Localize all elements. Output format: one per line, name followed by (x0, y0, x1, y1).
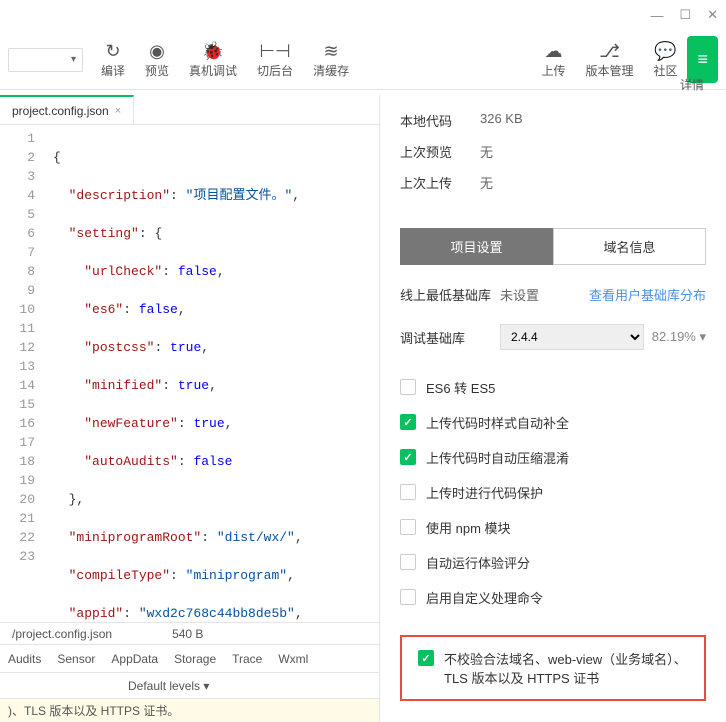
chat-icon: 💬 (654, 40, 676, 62)
checkbox-icon[interactable] (400, 554, 416, 570)
details-panel: 本地代码326 KB 上次预览无 上次上传无 项目设置 域名信息 线上最低基础库… (380, 95, 726, 722)
stack-icon: ≋ (324, 40, 339, 62)
log-levels-dropdown[interactable]: Default levels ▾ (128, 679, 209, 693)
tab-wxml[interactable]: Wxml (278, 652, 308, 666)
checkbox-icon[interactable] (400, 519, 416, 535)
bug-icon: 🐞 (202, 40, 224, 62)
checkbox-checked-icon[interactable] (400, 449, 416, 465)
info-last-preview: 上次预览无 (400, 136, 706, 167)
details-label: 详情 (680, 76, 704, 93)
check-auto-audit[interactable]: 自动运行体验评分 (400, 545, 706, 580)
file-path: /project.config.json (12, 627, 112, 641)
devtools-tabs: Audits Sensor AppData Storage Trace Wxml (0, 644, 379, 672)
check-npm[interactable]: 使用 npm 模块 (400, 510, 706, 545)
clear-cache-button[interactable]: ≋清缓存 (303, 36, 359, 83)
tab-trace[interactable]: Trace (232, 652, 262, 666)
info-local-code: 本地代码326 KB (400, 105, 706, 136)
check-es6[interactable]: ES6 转 ES5 (400, 370, 706, 405)
tab-audits[interactable]: Audits (8, 652, 41, 666)
cloud-upload-icon: ☁ (544, 40, 562, 62)
mode-dropdown[interactable] (8, 48, 83, 72)
debug-base-lib-row: 调试基础库 2.4.4 82.19% ▾ (380, 314, 726, 360)
console-warning: )、TLS 版本以及 HTTPS 证书。 (0, 698, 379, 722)
close-button[interactable]: ✕ (707, 7, 718, 23)
switch-icon: ⊢⊣ (259, 40, 290, 62)
upload-button[interactable]: ☁上传 (531, 36, 575, 83)
checkbox-icon[interactable] (400, 379, 416, 395)
compile-button[interactable]: ↻编译 (91, 36, 135, 83)
checkbox-checked-icon[interactable] (400, 414, 416, 430)
check-style-autofill[interactable]: 上传代码时样式自动补全 (400, 405, 706, 440)
check-custom-cmd[interactable]: 启用自定义处理命令 (400, 580, 706, 615)
line-numbers: 1234567891011121314151617181920212223 (0, 125, 45, 622)
checkbox-checked-icon[interactable] (418, 650, 434, 666)
maximize-button[interactable]: ☐ (679, 7, 691, 23)
view-distribution-link[interactable]: 查看用户基础库分布 (589, 285, 706, 304)
check-code-protect[interactable]: 上传时进行代码保护 (400, 475, 706, 510)
console-filter: Default levels ▾ (0, 672, 379, 698)
segment-tabs: 项目设置 域名信息 (380, 218, 726, 275)
checkbox-icon[interactable] (400, 589, 416, 605)
check-auto-compress[interactable]: 上传代码时自动压缩混淆 (400, 440, 706, 475)
tab-sensor[interactable]: Sensor (57, 652, 95, 666)
titlebar: — ☐ ✕ (0, 0, 726, 30)
tab-close-icon[interactable]: × (115, 105, 121, 117)
file-size: 540 B (172, 627, 203, 641)
debug-lib-pct: 82.19% ▾ (652, 329, 706, 345)
tab-domain-info[interactable]: 域名信息 (553, 228, 706, 265)
menu-icon: ≡ (697, 49, 708, 71)
tab-label: project.config.json (12, 104, 109, 118)
tab-appdata[interactable]: AppData (111, 652, 158, 666)
preview-button[interactable]: ◉预览 (135, 36, 179, 83)
editor-tabs: project.config.json × (0, 95, 379, 125)
debug-button[interactable]: 🐞真机调试 (179, 36, 247, 83)
status-bar: /project.config.json 540 B (0, 622, 379, 644)
editor-panel: project.config.json × 123456789101112131… (0, 95, 380, 722)
check-no-verify-domain[interactable]: 不校验合法域名、web-view（业务域名）、TLS 版本以及 HTTPS 证书 (418, 649, 688, 687)
tab-storage[interactable]: Storage (174, 652, 216, 666)
info-last-upload: 上次上传无 (400, 167, 706, 198)
tab-project-config[interactable]: project.config.json × (0, 95, 134, 124)
code-content: { "description": "项目配置文件。", "setting": {… (45, 125, 379, 622)
branch-icon: ⎇ (599, 40, 620, 62)
code-editor[interactable]: 1234567891011121314151617181920212223 { … (0, 125, 379, 622)
switch-background-button[interactable]: ⊢⊣切后台 (247, 36, 303, 83)
version-button[interactable]: ⎇版本管理 (575, 36, 643, 83)
online-base-lib-row: 线上最低基础库 未设置 查看用户基础库分布 (380, 275, 726, 314)
refresh-icon: ↻ (105, 40, 120, 62)
tab-project-settings[interactable]: 项目设置 (400, 228, 553, 265)
eye-icon: ◉ (149, 40, 165, 62)
no-check-domain-box: 不校验合法域名、web-view（业务域名）、TLS 版本以及 HTTPS 证书 (400, 635, 706, 701)
checkbox-icon[interactable] (400, 484, 416, 500)
debug-lib-select[interactable]: 2.4.4 (500, 324, 644, 350)
minimize-button[interactable]: — (650, 8, 663, 23)
